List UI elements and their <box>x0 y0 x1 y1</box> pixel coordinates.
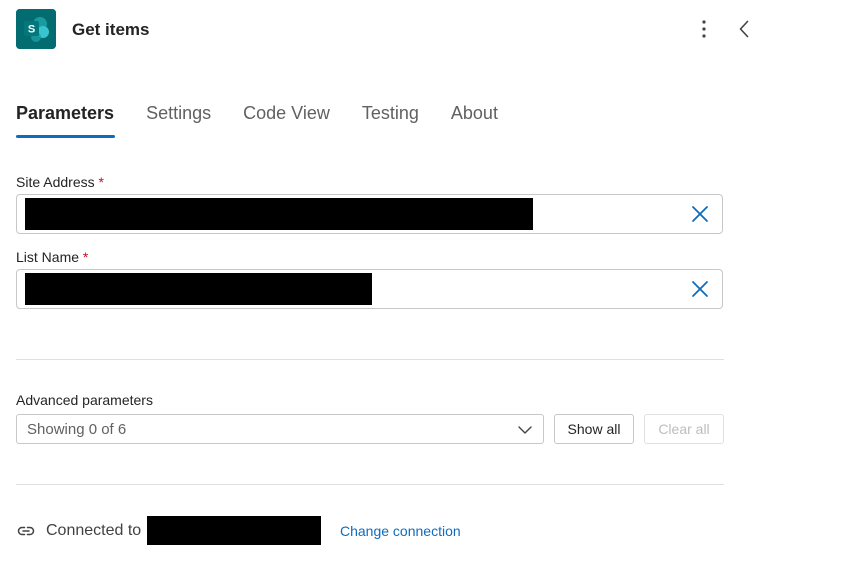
site-address-field[interactable] <box>16 194 723 234</box>
tab-bar: Parameters Settings Code View Testing Ab… <box>16 100 530 140</box>
list-name-label: List Name * <box>16 248 88 266</box>
clear-site-address-icon[interactable] <box>690 204 710 224</box>
tab-testing[interactable]: Testing <box>362 100 419 140</box>
list-name-field[interactable] <box>16 269 723 309</box>
chevron-left-icon <box>739 20 749 38</box>
change-connection-link[interactable]: Change connection <box>340 522 461 540</box>
clear-list-name-icon[interactable] <box>690 279 710 299</box>
site-address-label-text: Site Address <box>16 174 95 190</box>
action-details-panel: S Get items Parameters Settings Code Vie… <box>0 0 853 566</box>
link-icon <box>17 526 35 536</box>
connection-status: Connected to <box>46 522 142 539</box>
tab-code-view[interactable]: Code View <box>243 100 330 140</box>
collapse-panel-button[interactable] <box>732 17 756 41</box>
svg-text:S: S <box>28 24 35 36</box>
site-address-label: Site Address * <box>16 173 104 191</box>
show-all-button[interactable]: Show all <box>554 414 634 444</box>
clear-all-button[interactable]: Clear all <box>644 414 724 444</box>
advanced-parameters-label: Advanced parameters <box>16 392 153 408</box>
panel-header: S Get items <box>16 9 756 49</box>
tab-about[interactable]: About <box>451 100 498 140</box>
tab-settings[interactable]: Settings <box>146 100 211 140</box>
site-address-input[interactable] <box>25 200 665 228</box>
redacted-connection-name <box>147 516 321 545</box>
required-mark: * <box>98 174 104 190</box>
sharepoint-icon: S <box>16 9 56 49</box>
more-options-button[interactable] <box>692 17 716 41</box>
dropdown-value: Showing 0 of 6 <box>27 421 127 438</box>
divider <box>16 359 724 360</box>
list-name-input[interactable] <box>25 275 665 303</box>
advanced-parameters-dropdown[interactable]: Showing 0 of 6 <box>16 414 544 444</box>
more-vertical-icon <box>702 20 706 38</box>
divider <box>16 484 724 485</box>
list-name-label-text: List Name <box>16 249 80 265</box>
action-title: Get items <box>72 20 150 39</box>
tab-parameters[interactable]: Parameters <box>16 100 116 140</box>
required-mark: * <box>82 249 89 265</box>
chevron-down-icon <box>518 426 532 434</box>
